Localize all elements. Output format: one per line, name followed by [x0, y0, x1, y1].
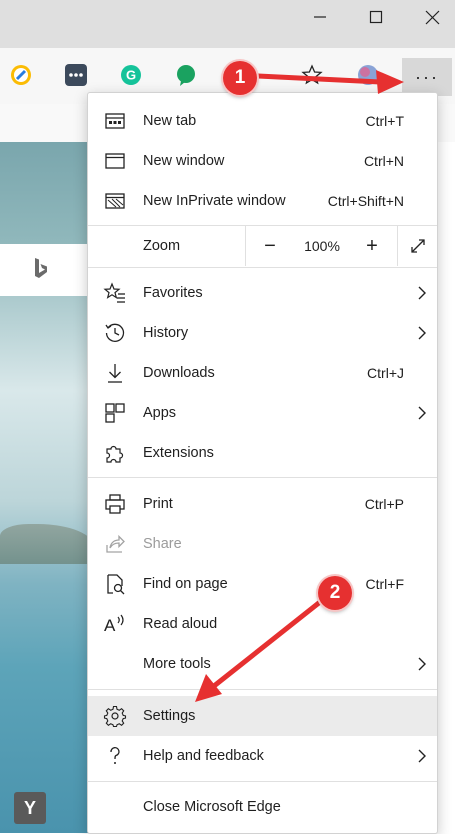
zoom-level-value: 100% [304, 238, 340, 254]
chevron-right-icon [418, 657, 426, 671]
profile-avatar[interactable] [355, 62, 381, 88]
title-bar [0, 0, 455, 48]
shortcut-label: Ctrl+J [367, 365, 404, 381]
extension-compass-icon[interactable] [8, 62, 34, 88]
chevron-right-icon [418, 326, 426, 340]
menu-item-print[interactable]: Print Ctrl+P [88, 484, 437, 524]
extension-dots-icon[interactable] [63, 62, 89, 88]
chevron-right-icon [418, 406, 426, 420]
menu-item-apps[interactable]: Apps [88, 393, 437, 433]
bing-search-bar[interactable] [0, 244, 95, 296]
bing-logo-icon [35, 258, 47, 278]
page-scrollbar[interactable] [435, 142, 455, 833]
close-icon [425, 10, 439, 24]
step-callout-1: 1 [223, 61, 257, 95]
apps-icon [105, 403, 125, 423]
menu-item-share: Share [88, 524, 437, 564]
downloads-icon [108, 364, 122, 383]
menu-item-new-tab[interactable]: New tab Ctrl+T [88, 101, 437, 141]
menu-divider [88, 781, 437, 782]
menu-item-label: New tab [143, 113, 197, 129]
menu-divider [88, 477, 437, 478]
menu-item-label: New InPrivate window [143, 193, 286, 209]
site-tile-y[interactable]: Y [14, 792, 46, 824]
fullscreen-button[interactable] [398, 226, 437, 266]
chevron-right-icon [418, 286, 426, 300]
shortcut-label: Ctrl+N [363, 153, 404, 169]
print-icon [105, 494, 125, 514]
menu-item-label: New window [143, 153, 225, 169]
menu-item-history[interactable]: History [88, 313, 437, 353]
menu-item-new-window[interactable]: New window Ctrl+N [88, 141, 437, 181]
menu-item-label: History [143, 325, 189, 341]
menu-item-label: Close Microsoft Edge [143, 799, 281, 815]
shortcut-label: Ctrl+P [364, 496, 404, 512]
read-aloud-icon: A [104, 614, 124, 635]
menu-item-label: Downloads [143, 365, 215, 381]
shortcut-label: Ctrl+F [365, 576, 405, 592]
new-window-icon [105, 153, 125, 169]
menu-divider [88, 267, 437, 268]
step-callout-2: 2 [318, 576, 352, 610]
menu-item-more-tools[interactable]: More tools [88, 644, 437, 684]
grammarly-icon[interactable]: G [118, 62, 144, 88]
zoom-in-button[interactable]: + [350, 226, 394, 266]
svg-text:G: G [126, 68, 136, 83]
menu-item-label: Help and feedback [143, 748, 264, 764]
menu-item-new-inprivate-window[interactable]: New InPrivate window Ctrl+Shift+N [88, 181, 437, 221]
menu-item-label: Zoom [143, 238, 181, 254]
fullscreen-icon [410, 239, 425, 253]
minimize-button[interactable] [292, 0, 348, 34]
menu-item-find-on-page[interactable]: Find on page Ctrl+F [88, 564, 437, 604]
maximize-icon [369, 10, 383, 24]
menu-item-label: More tools [143, 656, 211, 672]
history-icon [105, 323, 125, 342]
menu-item-close-microsoft-edge[interactable]: Close Microsoft Edge [88, 787, 437, 827]
menu-item-settings[interactable]: Settings [88, 696, 437, 736]
settings-and-more-button[interactable]: ··· [402, 58, 452, 96]
menu-item-label: Favorites [143, 285, 203, 301]
help-question-icon [110, 746, 120, 764]
minimize-icon [314, 16, 326, 18]
new-tab-icon [105, 113, 125, 129]
close-window-button[interactable] [404, 0, 455, 34]
maximize-button[interactable] [348, 0, 404, 34]
menu-item-label: Read aloud [143, 616, 218, 632]
chat-bubble-icon[interactable] [173, 62, 199, 88]
settings-and-more-menu: New tab Ctrl+T New window Ctrl+N New InP… [87, 92, 438, 834]
menu-item-read-aloud[interactable]: A Read aloud [88, 604, 437, 644]
background-hills [0, 524, 95, 564]
menu-item-label: Share [143, 536, 182, 552]
zoom-out-button[interactable]: − [248, 226, 292, 266]
menu-divider [88, 689, 437, 690]
svg-text:A: A [104, 616, 116, 635]
find-on-page-icon [107, 574, 125, 595]
shortcut-label: Ctrl+T [365, 113, 405, 129]
menu-item-favorites[interactable]: Favorites [88, 273, 437, 313]
menu-item-help-and-feedback[interactable]: Help and feedback [88, 736, 437, 776]
menu-item-label: Extensions [143, 445, 214, 461]
share-icon [106, 534, 125, 553]
menu-item-label: Print [143, 496, 173, 512]
menu-item-extensions[interactable]: Extensions [88, 433, 437, 473]
inprivate-window-icon [105, 193, 125, 209]
menu-item-label: Find on page [143, 576, 228, 592]
favorites-icon [103, 282, 125, 303]
favorites-star-icon[interactable] [299, 62, 325, 88]
settings-gear-icon [103, 705, 127, 728]
zoom-divider [245, 226, 246, 266]
menu-item-label: Apps [143, 405, 177, 421]
menu-item-label: Settings [143, 708, 196, 724]
chevron-right-icon [418, 749, 426, 763]
shortcut-label: Ctrl+Shift+N [327, 193, 404, 209]
menu-item-downloads[interactable]: Downloads Ctrl+J [88, 353, 437, 393]
extensions-puzzle-icon [106, 445, 124, 463]
